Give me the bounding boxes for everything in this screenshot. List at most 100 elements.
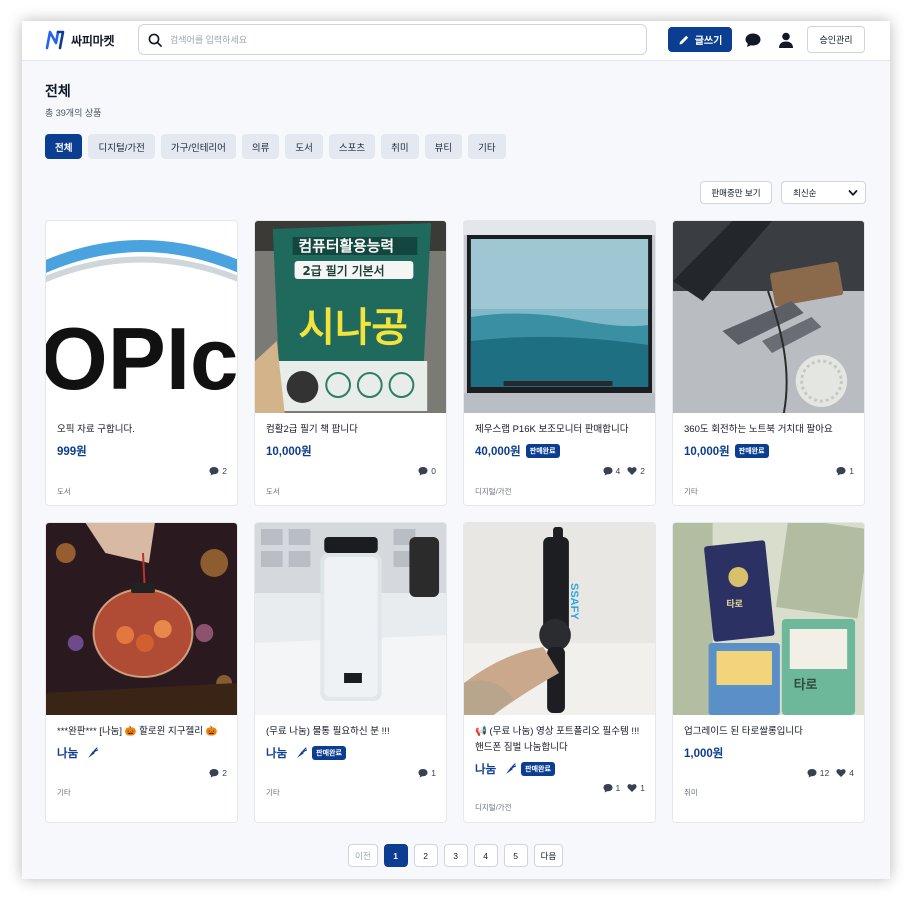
- product-category: 디지털/가전: [475, 803, 512, 812]
- comment-count: 2: [209, 466, 227, 476]
- category-tabs: 전체 디지털/가전 가구/인테리어 의류 도서 스포츠 취미 뷰티 기타: [45, 134, 506, 159]
- comment-count: 2: [209, 768, 227, 778]
- chat-button[interactable]: [744, 31, 762, 49]
- on-sale-filter-button[interactable]: 판매중만 보기: [700, 181, 772, 204]
- pagination: 이전 1 2 3 4 5 다음: [348, 844, 564, 867]
- product-category: 기타: [684, 487, 698, 496]
- sort-select[interactable]: 최신순: [781, 181, 866, 204]
- page-button-3[interactable]: 3: [443, 844, 468, 867]
- product-card[interactable]: SSAFY 📢 (무료 나눔) 영상 포트폴리오 필수템 !!! 핸드폰 짐벌 …: [463, 522, 656, 823]
- product-image: [673, 221, 864, 413]
- category-tab-clothing[interactable]: 의류: [241, 134, 280, 159]
- product-price-row: 1,000원: [684, 745, 723, 761]
- svg-text:SSAFY: SSAFY: [568, 583, 580, 620]
- product-price: 나눔: [57, 748, 79, 760]
- product-category: 도서: [266, 487, 280, 496]
- page-button-2[interactable]: 2: [413, 844, 438, 867]
- product-price: 10,000원: [266, 446, 312, 458]
- comment-icon: [209, 467, 219, 476]
- category-tab-books[interactable]: 도서: [285, 134, 323, 159]
- product-price: 나눔: [475, 764, 497, 776]
- product-stats: 1: [836, 466, 854, 476]
- sold-out-badge: 판매완료: [734, 444, 769, 458]
- product-card[interactable]: (무료 나눔) 물통 필요하신 분 !!! 나눔 판매완료 1 기타: [254, 522, 447, 823]
- svg-text:타로: 타로: [794, 677, 818, 693]
- category-tab-sports[interactable]: 스포츠: [328, 134, 376, 159]
- page-button-1[interactable]: 1: [383, 844, 408, 867]
- product-category: 취미: [684, 788, 698, 797]
- sort-selected-value: 최신순: [793, 187, 817, 198]
- page-button-5[interactable]: 5: [503, 844, 528, 867]
- user-icon: [779, 32, 793, 48]
- product-image: OPIc: [46, 221, 237, 413]
- search-bar[interactable]: [138, 24, 647, 55]
- comment-count: 12: [807, 768, 829, 778]
- product-price: 40,000원: [475, 446, 521, 458]
- heart-icon: [836, 769, 846, 777]
- sold-out-badge: 판매완료: [521, 762, 555, 776]
- product-stats: 12 4: [807, 768, 854, 778]
- svg-text:컴퓨터활용능력: 컴퓨터활용능력: [299, 237, 394, 255]
- product-price-row: 10,000원 판매완료: [684, 443, 769, 459]
- write-button[interactable]: 글쓰기: [668, 27, 732, 52]
- like-count: 1: [627, 783, 645, 793]
- chevron-down-icon: [848, 189, 858, 196]
- product-category: 기타: [57, 788, 71, 797]
- product-card[interactable]: 360도 회전하는 노트북 거치대 팔아요 10,000원 판매완료 1 기타: [672, 220, 865, 506]
- product-price: 나눔: [266, 748, 288, 760]
- product-stats: 4 2: [603, 466, 645, 476]
- category-tab-beauty[interactable]: 뷰티: [424, 134, 463, 159]
- product-image: [464, 221, 655, 413]
- comment-icon: [603, 784, 613, 793]
- product-stats: 1 1: [603, 783, 645, 793]
- product-card[interactable]: 컴퓨터활용능력 2급 필기 기본서 시나공 컴활2급 필기 책 팝니다 10,0…: [254, 220, 447, 506]
- comment-icon: [836, 467, 846, 476]
- product-image: 컴퓨터활용능력 2급 필기 기본서 시나공: [255, 221, 446, 413]
- logo-text: 싸피마켓: [71, 33, 115, 48]
- product-card[interactable]: 제우스랩 P16K 보조모니터 판매합니다 40,000원 판매완료 4 2 디…: [463, 220, 656, 506]
- comment-count: 1: [836, 466, 854, 476]
- product-price: 1,000원: [684, 748, 724, 760]
- user-button[interactable]: [777, 31, 795, 49]
- category-tab-all[interactable]: 전체: [45, 134, 83, 159]
- search-icon: [148, 33, 162, 47]
- product-stats: 0: [418, 466, 436, 476]
- svg-text:시나공: 시나공: [299, 305, 408, 351]
- category-tab-digital[interactable]: 디지털/가전: [88, 134, 155, 159]
- sold-out-badge: 판매완료: [525, 444, 560, 458]
- product-title: 제우스랩 P16K 보조모니터 판매합니다: [475, 424, 629, 435]
- product-image: 타로 타로: [673, 523, 864, 715]
- like-count: 4: [836, 768, 854, 778]
- product-category: 기타: [266, 788, 280, 797]
- product-title: (무료 나눔) 물통 필요하신 분 !!!: [266, 726, 390, 737]
- product-title: ***완판*** [나눔] 🎃 할로윈 지구젤리 🎃: [57, 726, 218, 737]
- like-count: 2: [627, 466, 645, 476]
- admin-approval-button[interactable]: 승인관리: [807, 26, 865, 53]
- carrot-icon: [297, 747, 308, 758]
- product-stats: 2: [209, 466, 227, 476]
- product-title: 오픽 자료 구합니다.: [57, 424, 135, 435]
- product-price-row: 나눔 판매완료: [266, 745, 346, 761]
- comment-count: 1: [603, 783, 620, 793]
- product-card[interactable]: OPIc 오픽 자료 구합니다. 999원 2 도서: [45, 220, 238, 506]
- svg-text:2급 필기 기본서: 2급 필기 기본서: [303, 264, 385, 278]
- product-price-row: 나눔: [57, 745, 99, 761]
- product-category: 도서: [57, 487, 71, 496]
- product-category: 디지털/가전: [475, 487, 512, 496]
- comment-count: 1: [418, 768, 436, 778]
- heart-icon: [627, 467, 637, 475]
- svg-text:OPIc: OPIc: [46, 310, 237, 409]
- prev-page-button[interactable]: 이전: [348, 844, 378, 867]
- product-card[interactable]: ***완판*** [나눔] 🎃 할로윈 지구젤리 🎃 나눔 2 기타: [45, 522, 238, 823]
- comment-icon: [209, 769, 219, 778]
- page-button-4[interactable]: 4: [473, 844, 498, 867]
- carrot-icon: [506, 763, 517, 774]
- category-tab-hobby[interactable]: 취미: [381, 134, 419, 159]
- product-price-row: 나눔 판매완료: [475, 761, 555, 777]
- category-tab-etc[interactable]: 기타: [468, 134, 506, 159]
- search-input[interactable]: [170, 34, 646, 45]
- category-tab-furniture[interactable]: 가구/인테리어: [160, 134, 236, 159]
- next-page-button[interactable]: 다음: [533, 844, 564, 867]
- logo[interactable]: 싸피마켓: [44, 29, 115, 51]
- product-card[interactable]: 타로 타로 업그레이드 된 타로쌀롱입니다 1,000원 12 4 취미: [672, 522, 865, 823]
